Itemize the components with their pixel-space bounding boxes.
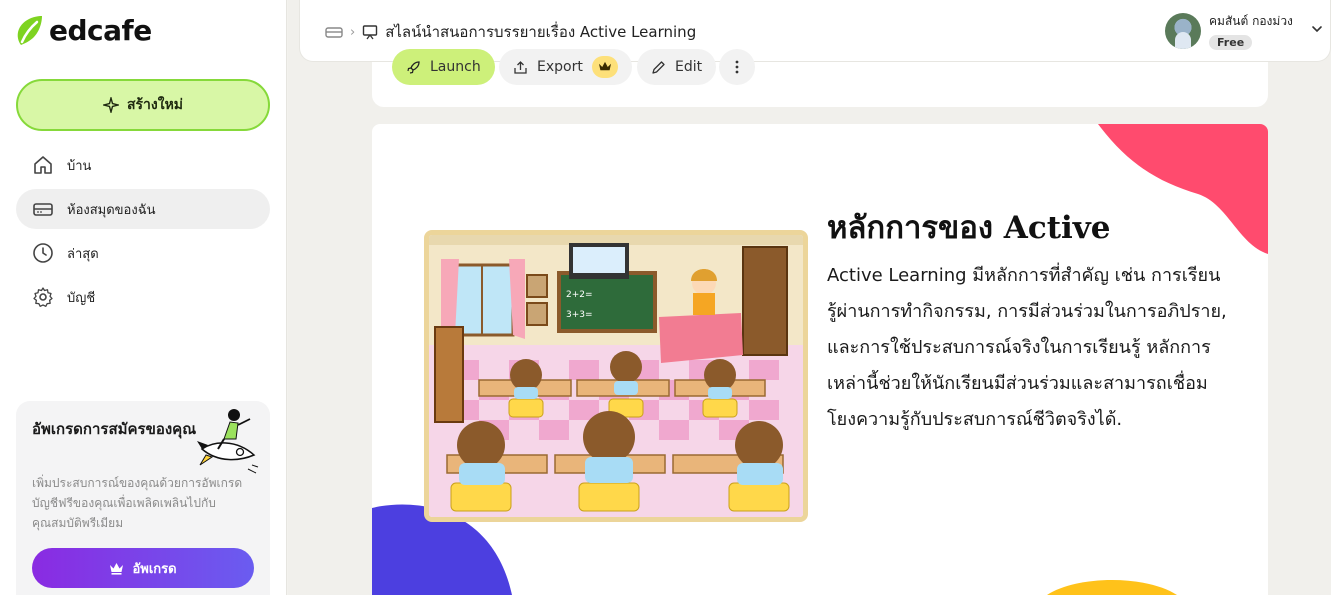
- classroom-picture: 2+2= 3+3=: [429, 235, 803, 517]
- avatar: [1165, 13, 1201, 49]
- sidebar-item-label: ห้องสมุดของฉัน: [67, 202, 156, 218]
- crown-icon: [110, 562, 124, 575]
- upgrade-title: อัพเกรดการสมัครของคุณ: [32, 420, 197, 438]
- library-icon: [32, 198, 54, 220]
- sidebar-nav: บ้าน ห้องสมุดของฉัน ล่าสุด บัญชี: [16, 145, 270, 321]
- chevron-down-icon[interactable]: [1310, 22, 1324, 36]
- board-text-2: 3+3=: [566, 310, 593, 320]
- brand-name: edcafe: [49, 14, 152, 47]
- rocket-rider-illustration-icon: [197, 409, 259, 474]
- sidebar-item-label: บัญชี: [67, 290, 96, 306]
- yellow-blob-decoration: [1047, 580, 1177, 595]
- create-new-button[interactable]: สร้างใหม่: [16, 79, 270, 131]
- export-icon: [514, 60, 527, 74]
- library-icon[interactable]: [325, 24, 343, 40]
- slide-title[interactable]: หลักการของ Active: [827, 202, 1111, 252]
- sidebar-item-recent[interactable]: ล่าสุด: [16, 233, 270, 273]
- user-menu[interactable]: คมสันต์ กองม่วง Free: [1165, 12, 1293, 50]
- sidebar-item-library[interactable]: ห้องสมุดของฉัน: [16, 189, 270, 229]
- export-button[interactable]: Export: [499, 49, 632, 85]
- export-label: Export: [537, 59, 583, 75]
- upgrade-button-label: อัพเกรด: [132, 561, 177, 577]
- sidebar-item-label: ล่าสุด: [67, 246, 99, 262]
- create-new-label: สร้างใหม่: [126, 97, 184, 113]
- pink-blob-decoration: [1098, 124, 1268, 254]
- gear-icon: [32, 286, 54, 308]
- sparkle-icon: [102, 97, 119, 113]
- sidebar-item-account[interactable]: บัญชี: [16, 277, 270, 317]
- slide-body-text[interactable]: Active Learning มีหลักการที่สำคัญ เช่น ก…: [827, 258, 1227, 438]
- classroom-illustration[interactable]: 2+2= 3+3=: [424, 230, 808, 522]
- launch-button[interactable]: Launch: [392, 49, 495, 85]
- slide-canvas[interactable]: 2+2= 3+3= หลักการของ Active Active Learn…: [372, 124, 1268, 595]
- premium-crown-icon: [591, 56, 618, 78]
- upgrade-description: เพิ่มประสบการณ์ของคุณด้วยการอัพเกรดบัญชี…: [32, 476, 243, 530]
- edit-label: Edit: [675, 59, 703, 75]
- upgrade-button[interactable]: อัพเกรด: [32, 548, 254, 588]
- board-text-1: 2+2=: [566, 290, 593, 300]
- more-vertical-icon: [735, 60, 739, 74]
- launch-label: Launch: [430, 59, 481, 75]
- sidebar-item-label: บ้าน: [67, 158, 92, 174]
- sidebar-item-home[interactable]: บ้าน: [16, 145, 270, 185]
- sidebar: edcafe สร้างใหม่ บ้าน ห้องสมุดของฉัน ล่า…: [0, 0, 287, 595]
- breadcrumb-title[interactable]: สไลน์นำสนอการบรรยายเรื่อง Active Learnin…: [385, 20, 696, 44]
- presentation-icon: [363, 25, 378, 40]
- chevron-right-icon: ›: [350, 24, 356, 40]
- leaf-logo-icon: [17, 15, 42, 45]
- user-name: คมสันต์ กองม่วง: [1209, 14, 1293, 28]
- edit-button[interactable]: Edit: [637, 49, 717, 85]
- clock-icon: [32, 242, 54, 264]
- pencil-icon: [652, 60, 665, 74]
- plan-badge: Free: [1209, 35, 1253, 50]
- home-icon: [32, 154, 54, 176]
- upgrade-card: อัพเกรดการสมัครของคุณ เพิ่มประสบการณ์ของ…: [16, 401, 270, 595]
- brand-logo[interactable]: edcafe: [15, 14, 152, 47]
- breadcrumb: › สไลน์นำสนอการบรรยายเรื่อง Active Learn…: [325, 20, 696, 44]
- rocket-icon: [407, 60, 420, 74]
- more-options-button[interactable]: [719, 49, 755, 85]
